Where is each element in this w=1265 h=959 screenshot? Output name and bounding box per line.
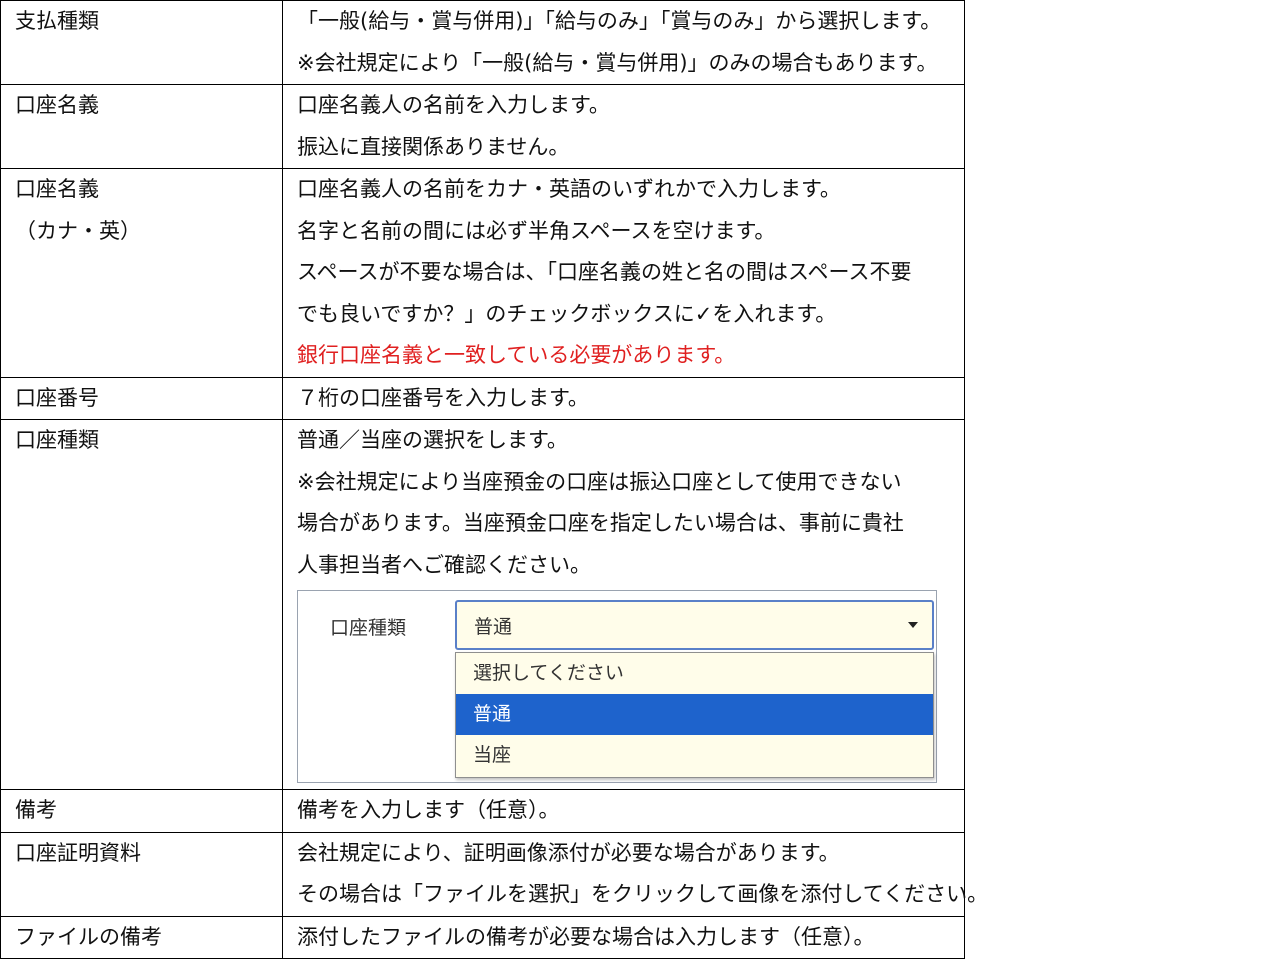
description-line: ※会社規定により「一般(給与・賞与併用)」のみの場合もあります。 [297, 50, 938, 75]
row-account-holder: 口座名義 口座名義人の名前を入力します。 振込に直接関係ありません。 [0, 84, 965, 169]
row-description: 普通／当座の選択をします。 ※会社規定により当座預金の口座は振込口座として使用で… [282, 419, 965, 790]
label-text: 口座名義 [15, 177, 99, 201]
description-line: 振込に直接関係ありません。 [297, 134, 570, 159]
row-label: 口座番号 [0, 376, 283, 420]
dropdown-options-list: 選択してください 普通 当座 [455, 652, 934, 778]
select-current-value: 普通 [474, 616, 513, 638]
description-line: ※会社規定により当座預金の口座は振込口座として使用できない [297, 469, 902, 494]
description-line: 普通／当座の選択をします。 [297, 428, 568, 452]
description-line: スペースが不要な場合は、「口座名義の姓と名の間はスペース不要 [297, 260, 912, 284]
account-type-select[interactable]: 普通 [455, 600, 934, 650]
description-line: 人事担当者へご確認ください。 [297, 552, 591, 577]
label-text: 口座証明資料 [15, 840, 141, 865]
account-type-field-label: 口座種類 [330, 617, 407, 639]
row-account-holder-kana: 口座名義 （カナ・英） 口座名義人の名前をカナ・英語のいずれかで入力します。 名… [0, 168, 965, 378]
description-line: でも良いですか？」のチェックボックスに✓を入れます。 [297, 301, 837, 326]
row-description: ７桁の口座番号を入力します。 [282, 376, 965, 420]
description-line: 口座名義人の名前を入力します。 [297, 93, 610, 117]
label-text: 支払種類 [15, 9, 99, 33]
row-label: 口座種類 [0, 419, 283, 790]
row-payment-type: 支払種類 「一般(給与・賞与併用)」「給与のみ」「賞与のみ」から選択します。 ※… [0, 0, 965, 85]
label-text: 口座番号 [15, 385, 99, 410]
dropdown-option-touza[interactable]: 当座 [456, 735, 933, 776]
row-description: 「一般(給与・賞与併用)」「給与のみ」「賞与のみ」から選択します。 ※会社規定に… [282, 0, 965, 85]
row-description: 口座名義人の名前をカナ・英語のいずれかで入力します。 名字と名前の間には必ず半角… [282, 168, 965, 378]
row-description: 口座名義人の名前を入力します。 振込に直接関係ありません。 [282, 84, 965, 169]
account-type-dropdown-screenshot: 口座種類 普通 選択してください 普通 当座 [297, 590, 937, 783]
description-line: 会社規定により、証明画像添付が必要な場合があります。 [297, 840, 840, 865]
row-label: 口座名義 [0, 84, 283, 169]
dropdown-option-placeholder[interactable]: 選択してください [456, 653, 933, 694]
row-account-proof: 口座証明資料 会社規定により、証明画像添付が必要な場合があります。 その場合は「… [0, 831, 989, 917]
field-description-table: 支払種類 「一般(給与・賞与併用)」「給与のみ」「賞与のみ」から選択します。 ※… [0, 0, 989, 959]
row-label: 口座証明資料 [0, 831, 283, 917]
row-description: 会社規定により、証明画像添付が必要な場合があります。 その場合は「ファイルを選択… [282, 831, 989, 917]
description-line: 名字と名前の間には必ず半角スペースを空けます。 [297, 218, 776, 243]
row-account-type: 口座種類 普通／当座の選択をします。 ※会社規定により当座預金の口座は振込口座と… [0, 419, 965, 790]
description-line: ７桁の口座番号を入力します。 [297, 385, 589, 410]
chevron-down-icon [908, 622, 918, 628]
warning-text: 銀行口座名義と一致している必要があります。 [297, 343, 736, 367]
label-text: 口座種類 [15, 428, 99, 452]
label-text: ファイルの備考 [15, 924, 162, 949]
description-line: 場合があります。当座預金口座を指定したい場合は、事前に貴社 [297, 511, 904, 535]
description-line: 口座名義人の名前をカナ・英語のいずれかで入力します。 [297, 177, 841, 201]
label-text: 備考 [15, 798, 57, 822]
description-line: 添付したファイルの備考が必要な場合は入力します（任意）。 [297, 924, 875, 949]
label-text: 口座名義 [15, 93, 99, 117]
dropdown-option-futsu[interactable]: 普通 [456, 694, 933, 735]
row-description: 備考を入力します（任意）。 [282, 789, 965, 833]
row-label: ファイルの備考 [0, 915, 283, 959]
description-line: 備考を入力します（任意）。 [297, 798, 560, 822]
label-subtext: （カナ・英） [15, 218, 141, 243]
description-line: 「一般(給与・賞与併用)」「給与のみ」「賞与のみ」から選択します。 [297, 9, 942, 33]
row-label: 支払種類 [0, 0, 283, 85]
row-description: 添付したファイルの備考が必要な場合は入力します（任意）。 [282, 915, 965, 959]
row-label: 口座名義 （カナ・英） [0, 168, 283, 378]
row-label: 備考 [0, 789, 283, 833]
row-remarks: 備考 備考を入力します（任意）。 [0, 789, 965, 833]
row-account-number: 口座番号 ７桁の口座番号を入力します。 [0, 376, 965, 420]
description-line: その場合は「ファイルを選択」をクリックして画像を添付してください。 [297, 882, 989, 906]
row-file-remarks: ファイルの備考 添付したファイルの備考が必要な場合は入力します（任意）。 [0, 915, 965, 959]
